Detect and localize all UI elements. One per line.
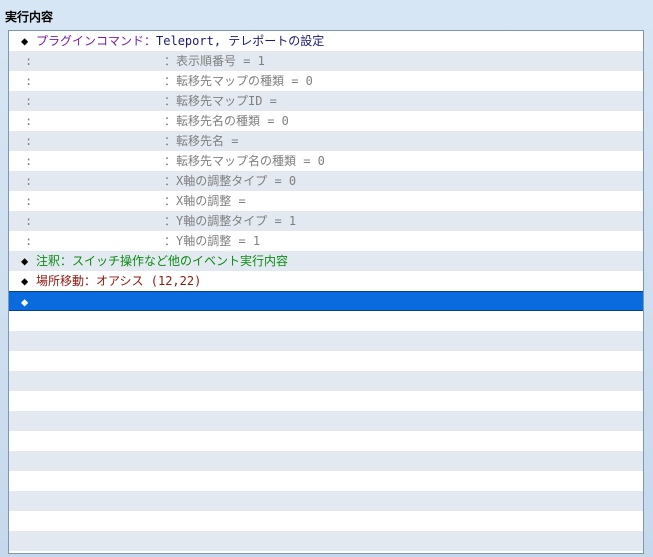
panel-title: 実行内容 [5,10,54,24]
comment-command-text: 注釈：スイッチ操作など他のイベント実行内容 [36,254,289,268]
param-text: ：転移先マップID = [164,94,277,108]
empty-row[interactable] [9,391,643,411]
param-marker: : [25,154,33,168]
empty-row[interactable] [9,451,643,471]
command-list[interactable]: ◆ プラグインコマンド：Teleport, テレポートの設定 : ：表示順番号 … [8,30,644,554]
param-text: ：X軸の調整 = [164,194,246,208]
command-marker: ◆ [21,34,29,48]
param-row[interactable]: : ：転移先マップの種類 = 0 [9,71,643,91]
empty-row[interactable] [9,411,643,431]
param-row[interactable]: : ：転移先名の種類 = 0 [9,111,643,131]
param-text: ：X軸の調整タイプ = 0 [164,174,297,188]
param-text: ：転移先名の種類 = 0 [164,114,289,128]
param-text: ：表示順番号 = 1 [164,54,265,68]
empty-row[interactable] [9,551,643,553]
empty-row[interactable] [9,371,643,391]
param-marker: : [25,214,33,228]
empty-row[interactable] [9,431,643,451]
command-marker: ◆ [21,295,29,309]
param-text: ：転移先名 = [164,134,239,148]
command-row-empty-selected[interactable]: ◆ [9,291,643,311]
param-text: ：転移先マップ名の種類 = 0 [164,154,325,168]
param-row[interactable]: : ：転移先名 = [9,131,643,151]
command-row-comment[interactable]: ◆ 注釈：スイッチ操作など他のイベント実行内容 [9,251,643,271]
param-marker: : [25,234,33,248]
param-marker: : [25,54,33,68]
param-marker: : [25,94,33,108]
empty-row[interactable] [9,331,643,351]
empty-row[interactable] [9,471,643,491]
param-row[interactable]: : ：転移先マップ名の種類 = 0 [9,151,643,171]
command-row-plugin[interactable]: ◆ プラグインコマンド：Teleport, テレポートの設定 [9,31,643,51]
event-contents-panel: 実行内容 ◆ プラグインコマンド：Teleport, テレポートの設定 : ：表… [0,0,653,557]
param-row[interactable]: : ：X軸の調整タイプ = 0 [9,171,643,191]
empty-row[interactable] [9,311,643,331]
param-marker: : [25,174,33,188]
param-marker: : [25,74,33,88]
param-row[interactable]: : ：表示順番号 = 1 [9,51,643,71]
param-text: ：転移先マップの種類 = 0 [164,74,313,88]
param-marker: : [25,194,33,208]
empty-row[interactable] [9,531,643,551]
param-row[interactable]: : ：転移先マップID = [9,91,643,111]
transfer-command-text: 場所移動：オアシス (12,22) [36,274,202,288]
param-text: ：Y軸の調整 = 1 [164,234,261,248]
empty-row[interactable] [9,491,643,511]
command-marker: ◆ [21,254,29,268]
empty-row[interactable] [9,351,643,371]
param-row[interactable]: : ：Y軸の調整タイプ = 1 [9,211,643,231]
plugin-command-text: プラグインコマンド：Teleport, テレポートの設定 [36,31,324,51]
param-text: ：Y軸の調整タイプ = 1 [164,214,297,228]
empty-row[interactable] [9,511,643,531]
param-marker: : [25,114,33,128]
plugin-command-head: プラグインコマンド： [36,34,157,48]
param-row[interactable]: : ：X軸の調整 = [9,191,643,211]
plugin-command-value: Teleport, テレポートの設定 [156,34,325,48]
command-row-transfer[interactable]: ◆ 場所移動：オアシス (12,22) [9,271,643,291]
command-marker: ◆ [21,274,29,288]
param-marker: : [25,134,33,148]
param-row[interactable]: : ：Y軸の調整 = 1 [9,231,643,251]
